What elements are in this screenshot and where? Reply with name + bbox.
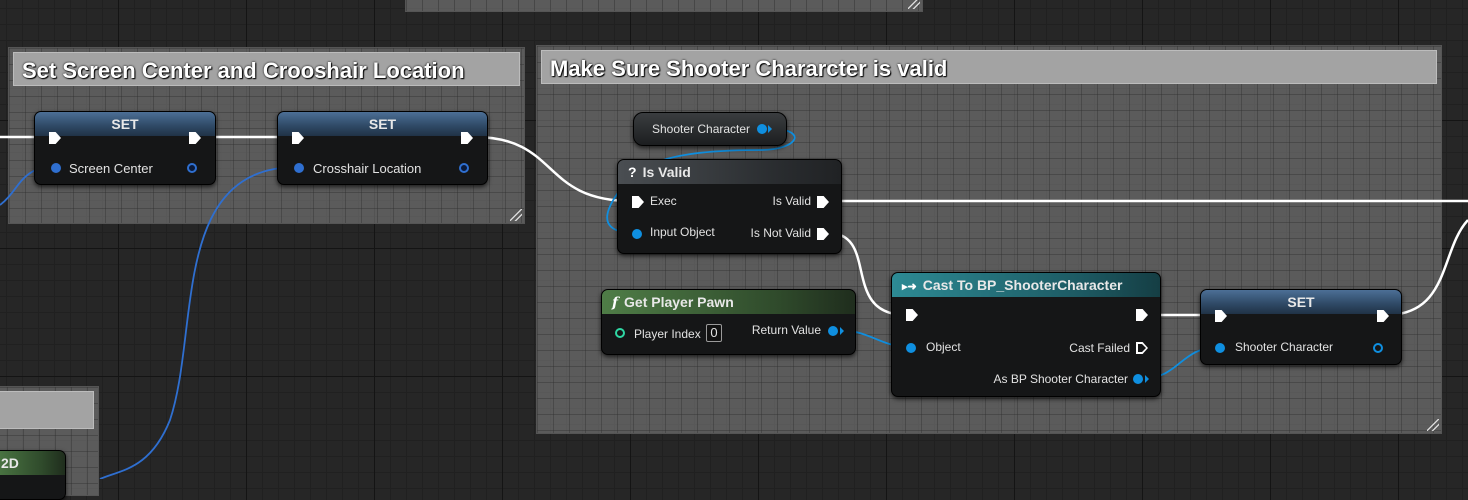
exec-in-pin[interactable] — [906, 309, 918, 321]
pin-arrow-icon — [1145, 375, 1149, 383]
set-crosshair-node[interactable]: SET Crosshair Location — [277, 111, 488, 185]
question-mark-icon: ? — [628, 164, 637, 180]
exec-out-pin[interactable] — [1136, 309, 1148, 321]
pin-label: Shooter Character — [1235, 340, 1334, 354]
pin-label: Crosshair Location — [313, 161, 422, 176]
pin-label: Player Index — [634, 327, 701, 341]
node-header: SET — [278, 112, 487, 136]
shooter-character-out-pin[interactable] — [1373, 343, 1383, 353]
node-title: Is Valid — [642, 164, 691, 180]
player-index-pin[interactable] — [615, 328, 625, 338]
screen-center-out-pin[interactable] — [187, 163, 197, 173]
pin-label: Exec — [650, 194, 677, 208]
exec-in-pin[interactable] — [632, 196, 644, 208]
pin-label: Shooter Character — [652, 122, 751, 136]
screen-center-in-pin[interactable] — [51, 163, 61, 173]
set-shooter-character-node[interactable]: SET Shooter Character — [1200, 289, 1402, 365]
pin-label: As BP Shooter Character — [993, 372, 1128, 386]
crosshair-in-pin[interactable] — [294, 163, 304, 173]
as-shooter-character-out-pin[interactable] — [1133, 374, 1143, 384]
vector-wire — [99, 166, 298, 479]
set-screen-center-node[interactable]: SET Screen Center — [34, 111, 216, 185]
pin-label: Return Value — [751, 323, 821, 337]
pin-label: Is Valid — [772, 194, 811, 208]
node-header: f Get Player Pawn — [602, 290, 855, 314]
shooter-character-in-pin[interactable] — [1215, 343, 1225, 353]
node-header: ? Is Valid — [618, 160, 841, 184]
is-valid-out-pin[interactable] — [817, 196, 829, 208]
get-player-pawn-node[interactable]: f Get Player Pawn Player Index 0 Return V… — [601, 289, 856, 355]
node-header: 2D — [0, 451, 65, 475]
pin-label: Object — [926, 340, 961, 354]
exec-wire — [473, 135, 633, 203]
object-in-pin[interactable] — [906, 343, 916, 353]
input-object-pin[interactable] — [632, 229, 642, 239]
pin-label: Input Object — [650, 225, 715, 239]
pin-arrow-icon — [768, 125, 772, 133]
is-not-valid-out-pin[interactable] — [817, 228, 829, 240]
pin-label: Screen Center — [69, 161, 153, 176]
cast-arrow-icon: ▸➜ — [902, 281, 917, 293]
shooter-character-out-pin[interactable] — [757, 124, 767, 134]
return-value-pin[interactable] — [828, 326, 838, 336]
node-title: Get Player Pawn — [624, 294, 734, 310]
partial-2d-node[interactable]: 2D — [0, 450, 66, 500]
function-icon: f — [612, 295, 619, 311]
is-valid-node[interactable]: ? Is Valid Exec Input Object Is Valid Is … — [617, 159, 842, 254]
node-header: ▸➜ Cast To BP_ShooterCharacter — [892, 273, 1160, 297]
shooter-character-getter-node[interactable]: Shooter Character — [633, 112, 787, 146]
cast-failed-out-pin[interactable] — [1136, 342, 1148, 354]
node-header: SET — [1201, 290, 1401, 314]
node-title: Cast To BP_ShooterCharacter — [922, 277, 1123, 293]
node-header: SET — [35, 112, 215, 136]
player-index-input[interactable]: 0 — [706, 324, 722, 342]
pin-label: Is Not Valid — [750, 226, 811, 240]
crosshair-out-pin[interactable] — [459, 163, 469, 173]
cast-to-shooter-character-node[interactable]: ▸➜ Cast To BP_ShooterCharacter Object Cas… — [891, 272, 1161, 397]
pin-arrow-icon — [840, 327, 844, 335]
pin-label: Cast Failed — [1069, 341, 1130, 355]
